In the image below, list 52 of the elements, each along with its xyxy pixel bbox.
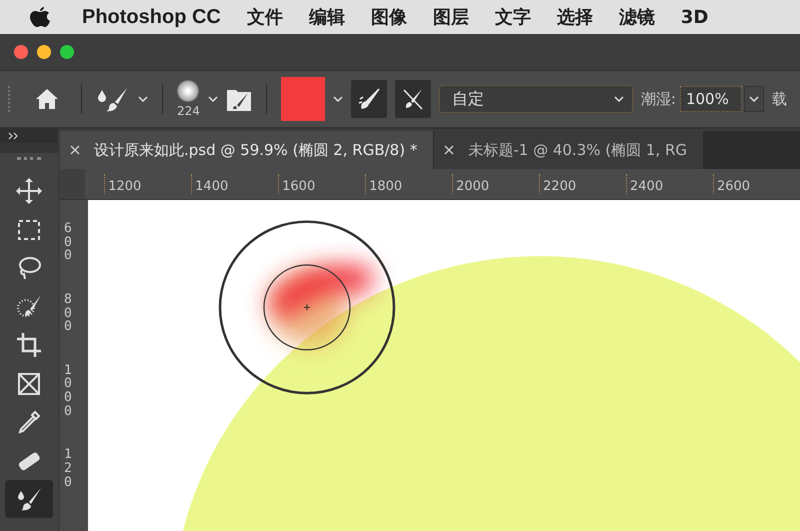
menu-item[interactable]: 图像 [370, 5, 407, 29]
ruler-label: 1800 [365, 174, 432, 194]
caret-icon[interactable] [208, 96, 218, 102]
load-label: 载 [772, 90, 787, 108]
menu-item[interactable]: 文字 [494, 5, 531, 29]
menu-item[interactable]: 编辑 [308, 5, 345, 29]
grip-handle[interactable] [8, 86, 13, 112]
caret-icon [748, 96, 759, 102]
app-name-menu[interactable]: Photoshop CC [82, 6, 221, 28]
menu-item[interactable]: 滤镜 [618, 5, 655, 29]
menu-item[interactable]: 选择 [556, 5, 593, 29]
close-icon[interactable] [444, 145, 454, 155]
ruler-label: 1600 [278, 174, 346, 194]
wet-dropdown-button[interactable] [744, 86, 764, 112]
wet-label: 潮湿: [640, 90, 676, 108]
ruler-label: 800 [64, 292, 73, 334]
foreground-color-swatch[interactable] [280, 77, 325, 121]
ruler-label: 120 [64, 448, 73, 490]
caret-icon[interactable] [138, 96, 148, 102]
ruler-label: 2000 [452, 174, 520, 194]
airbrush-icon [356, 87, 381, 111]
ruler-label: 2200 [539, 174, 606, 194]
apple-icon[interactable] [30, 5, 50, 29]
ruler-label: 1000 [64, 364, 73, 418]
brush-mix-button[interactable] [394, 80, 431, 118]
brush-tool[interactable] [5, 480, 53, 518]
close-button[interactable] [14, 45, 28, 59]
ruler-label: 600 [64, 222, 73, 263]
brush-tip-icon[interactable] [177, 80, 200, 102]
move-icon [15, 177, 43, 205]
document-tab[interactable]: 未标题-1 @ 40.3% (椭圆 1, RG [434, 131, 704, 169]
ruler-label: 1200 [104, 174, 172, 194]
ruler-label: 2600 [712, 174, 780, 194]
ruler-label: 2400 [626, 174, 693, 194]
mix-mode-dropdown[interactable]: 自定 [438, 85, 633, 113]
ruler-label: 1400 [191, 174, 258, 194]
airbrush-toggle[interactable] [350, 80, 387, 118]
crop-icon [15, 331, 43, 359]
brush-size-label: 224 [177, 104, 200, 118]
menu-item[interactable]: 3D [680, 6, 708, 28]
close-icon[interactable] [70, 145, 80, 155]
caret-icon [614, 96, 624, 102]
caret-icon[interactable] [332, 96, 343, 102]
document-tab[interactable]: 设计原来如此.psd @ 59.9% (椭圆 2, RGB/8) * [60, 131, 434, 169]
crossed-brush-icon [400, 87, 425, 111]
menu-item[interactable]: 图层 [432, 5, 469, 29]
zoom-button[interactable] [60, 45, 74, 59]
home-icon[interactable] [35, 88, 59, 110]
wet-field[interactable]: 100% [680, 86, 742, 112]
collapse-icon[interactable] [8, 132, 20, 140]
minimize-button[interactable] [37, 45, 51, 59]
menu-item[interactable]: 文件 [246, 5, 283, 29]
